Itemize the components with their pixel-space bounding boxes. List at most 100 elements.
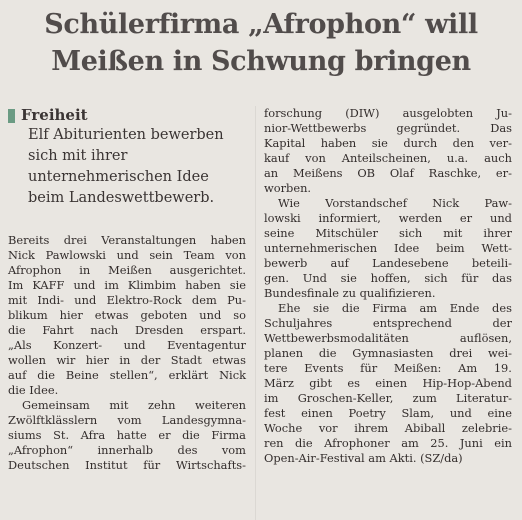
- word: Und: [302, 271, 327, 285]
- word: Beine: [65, 368, 99, 382]
- word: ihrem: [354, 421, 389, 435]
- word: beim: [436, 241, 465, 255]
- word: erklärt: [168, 368, 209, 382]
- word: Deutschen: [8, 458, 70, 472]
- word: Stadt: [170, 353, 202, 367]
- word: Afra: [80, 428, 106, 442]
- word: St.: [53, 428, 70, 442]
- word: Kapital: [264, 136, 306, 150]
- word: Indi-: [37, 293, 64, 307]
- word: stellen“,: [109, 368, 158, 382]
- word: haben: [185, 278, 221, 292]
- word: Literatur-: [456, 391, 512, 405]
- kicker-marker: [8, 108, 15, 123]
- word: OB: [357, 166, 376, 180]
- body-line: auf die Beine stellen“, erklärt Nick: [8, 368, 246, 383]
- word: Klimbim: [127, 278, 177, 292]
- word: Eventagentur: [167, 338, 246, 352]
- word: so: [233, 308, 246, 322]
- body-line: „Afrophon“ innerhalb des vom: [8, 443, 246, 458]
- body-line: Wie Vorstandschef Nick Paw-: [264, 196, 512, 211]
- word: der: [492, 316, 512, 330]
- word: sein: [149, 248, 173, 262]
- word: mit: [109, 398, 129, 412]
- word: seine: [264, 226, 295, 240]
- word: Meißen: [108, 263, 152, 277]
- word: die: [8, 323, 26, 337]
- word: von: [305, 151, 326, 165]
- word: für: [143, 458, 161, 472]
- word: in: [79, 263, 91, 277]
- word: Dresden: [134, 323, 184, 337]
- word: die: [182, 428, 200, 442]
- word: Gemeinsam: [22, 398, 90, 412]
- body-line: fest einen Poetry Slam, und eine: [264, 406, 512, 421]
- word: durch: [403, 136, 438, 150]
- word: hatte: [116, 428, 147, 442]
- word: Fahrt: [42, 323, 74, 337]
- body-line: im Groschen-Keller, zum Literatur-: [264, 391, 512, 406]
- body-line: lowski informiert, werden er und: [264, 211, 512, 226]
- word: Elektro-Rock: [106, 293, 182, 307]
- word: Landesebene: [372, 256, 449, 270]
- word: Wett-: [481, 241, 512, 255]
- word: ausgerichtet.: [169, 263, 246, 277]
- word: am: [401, 436, 419, 450]
- word: etwas: [212, 353, 246, 367]
- word: Bereits: [8, 233, 50, 247]
- column-divider: [255, 106, 256, 520]
- headline-line-2: Meißen in Schwung bringen: [51, 46, 471, 77]
- word: ein: [494, 436, 512, 450]
- word: Hip-Hop-Abend: [422, 376, 512, 390]
- body-line: Gemeinsam mit zehn weiteren: [8, 398, 246, 413]
- body-line: seine Mitschüler sich mit ihrer: [264, 226, 512, 241]
- word: Poetry: [348, 406, 386, 420]
- body-line: „Als Konzert-und Eventagentur: [8, 338, 246, 353]
- word: Wirtschafts-: [175, 458, 246, 472]
- word: Anteilscheinen,: [341, 151, 431, 165]
- body-line: mit Indi-und Elektro-Rock dem Pu-: [8, 293, 246, 308]
- word: geboten: [140, 308, 188, 322]
- word: des: [492, 301, 512, 315]
- word: es: [347, 376, 360, 390]
- body-line: Bereits drei Veranstaltungen haben: [8, 233, 246, 248]
- word: einen: [375, 376, 408, 390]
- word: auf: [8, 368, 27, 382]
- word: die: [37, 368, 55, 382]
- word: er-: [495, 166, 512, 180]
- word: tere: [264, 361, 288, 375]
- right-column: forschung (DIW) ausgelobten Ju- nior-Wettbe…: [264, 106, 512, 466]
- body-line: Schuljahres entsprechend der: [264, 316, 512, 331]
- body-line: Wettbewerbsmodalitäten auflösen,: [264, 331, 512, 346]
- word: lowski: [264, 211, 301, 225]
- word: Im: [8, 278, 24, 292]
- word: Veranstaltungen: [101, 233, 197, 247]
- word: planen: [264, 346, 304, 360]
- word: und: [449, 406, 472, 420]
- body-line: Kapital haben sie durch den ver-: [264, 136, 512, 151]
- word: die: [341, 301, 360, 315]
- word: werden: [398, 211, 443, 225]
- word: innerhalb: [97, 443, 154, 457]
- word: im: [104, 278, 119, 292]
- word: sie: [371, 136, 388, 150]
- body-line: siums St. Afra hatte er die Firma: [8, 428, 246, 443]
- word: 25.: [430, 436, 449, 450]
- word: die: [295, 436, 313, 450]
- word: und: [74, 293, 97, 307]
- word: ren: [264, 436, 284, 450]
- word: Ende: [449, 301, 480, 315]
- word: Team: [183, 248, 215, 262]
- word: sie: [340, 271, 357, 285]
- body-line: Nick Pawlowski und sein Team von: [8, 248, 246, 263]
- word: wei-: [488, 346, 512, 360]
- kicker-label: Freiheit: [21, 106, 88, 124]
- word: Events: [304, 361, 344, 375]
- word: von: [225, 248, 246, 262]
- word: Gymnasiasten: [352, 346, 434, 360]
- body-line: Deutschen Institut für Wirtschafts-: [8, 458, 246, 473]
- word: Mitschüler: [315, 226, 378, 240]
- word: gibt: [309, 376, 333, 390]
- word: sie: [229, 278, 246, 292]
- word: den: [452, 136, 475, 150]
